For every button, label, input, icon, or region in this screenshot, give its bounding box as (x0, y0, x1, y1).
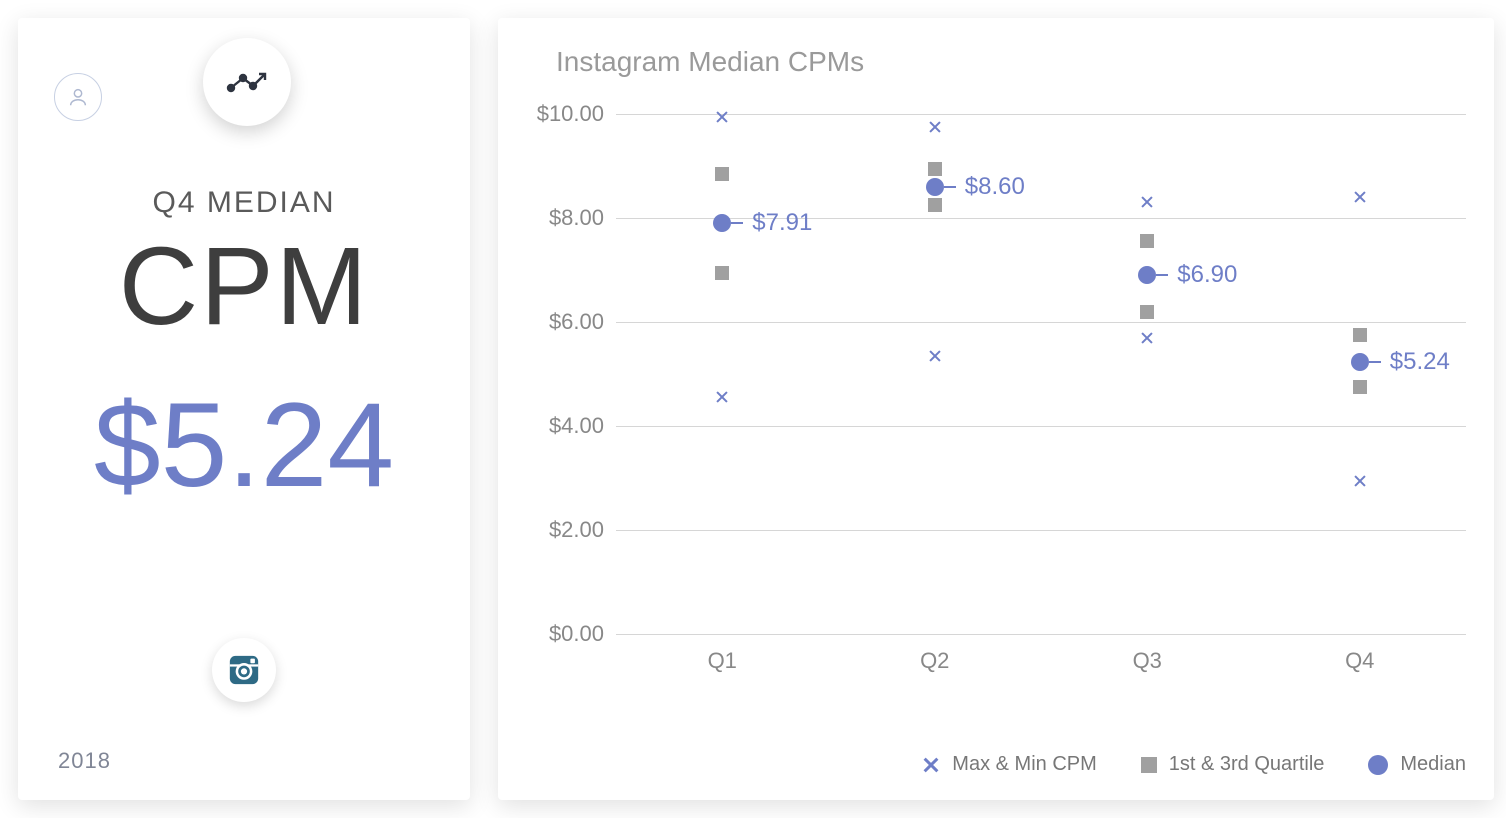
min-marker (715, 390, 729, 404)
gridline (616, 114, 1466, 115)
y-tick-label: $6.00 (549, 309, 616, 335)
chart-plot: $0.00$2.00$4.00$6.00$8.00$10.00Q1Q2Q3Q4$… (616, 114, 1466, 634)
median-tick (1156, 274, 1168, 276)
median-tick (731, 222, 743, 224)
summary-value: $5.24 (18, 385, 470, 505)
x-tick-label: Q4 (1345, 634, 1374, 674)
chart-title: Instagram Median CPMs (556, 46, 864, 78)
max-marker (1140, 195, 1154, 209)
gridline (616, 634, 1466, 635)
max-marker (715, 110, 729, 124)
square-marker-icon (1141, 757, 1157, 773)
min-marker (1353, 474, 1367, 488)
q3-marker (715, 167, 729, 181)
x-tick-label: Q1 (708, 634, 737, 674)
chart-legend: Max & Min CPM 1st & 3rd Quartile Median (498, 753, 1466, 776)
summary-panel: Q4 MEDIAN CPM $5.24 2018 (18, 18, 470, 800)
median-value-label: $5.24 (1390, 348, 1450, 376)
legend-maxmin: Max & Min CPM (922, 753, 1096, 776)
max-marker (1353, 190, 1367, 204)
legend-median: Median (1368, 753, 1466, 776)
chart-panel: Instagram Median CPMs $0.00$2.00$4.00$6.… (498, 18, 1494, 800)
chart-area: $0.00$2.00$4.00$6.00$8.00$10.00Q1Q2Q3Q4$… (520, 114, 1466, 682)
x-marker-icon (922, 756, 940, 774)
year-label: 2018 (58, 748, 111, 774)
gridline (616, 218, 1466, 219)
y-tick-label: $10.00 (537, 101, 616, 127)
user-icon (54, 73, 102, 121)
legend-quartile-label: 1st & 3rd Quartile (1169, 753, 1325, 776)
gridline (616, 426, 1466, 427)
trend-icon (203, 38, 291, 126)
y-tick-label: $2.00 (549, 517, 616, 543)
instagram-icon[interactable] (212, 638, 276, 702)
gridline (616, 530, 1466, 531)
x-tick-label: Q2 (920, 634, 949, 674)
q3-marker (1140, 234, 1154, 248)
q1-marker (928, 198, 942, 212)
median-marker (926, 178, 944, 196)
legend-maxmin-label: Max & Min CPM (952, 753, 1096, 776)
q1-marker (1353, 380, 1367, 394)
y-tick-label: $4.00 (549, 413, 616, 439)
median-tick (944, 186, 956, 188)
q3-marker (928, 162, 942, 176)
y-tick-label: $0.00 (549, 621, 616, 647)
min-marker (1140, 331, 1154, 345)
median-value-label: $6.90 (1177, 261, 1237, 289)
q1-marker (1140, 305, 1154, 319)
q1-marker (715, 266, 729, 280)
max-marker (928, 120, 942, 134)
median-tick (1369, 361, 1381, 363)
min-marker (928, 349, 942, 363)
x-tick-label: Q3 (1133, 634, 1162, 674)
summary-label: Q4 MEDIAN (18, 186, 470, 220)
median-marker (1138, 266, 1156, 284)
median-value-label: $7.91 (752, 209, 812, 237)
median-marker (713, 214, 731, 232)
y-tick-label: $8.00 (549, 205, 616, 231)
gridline (616, 322, 1466, 323)
q3-marker (1353, 328, 1367, 342)
median-marker (1351, 353, 1369, 371)
legend-median-label: Median (1400, 753, 1466, 776)
median-value-label: $8.60 (965, 173, 1025, 201)
legend-quartile: 1st & 3rd Quartile (1141, 753, 1325, 776)
dot-marker-icon (1368, 755, 1388, 775)
summary-metric: CPM (18, 226, 470, 347)
